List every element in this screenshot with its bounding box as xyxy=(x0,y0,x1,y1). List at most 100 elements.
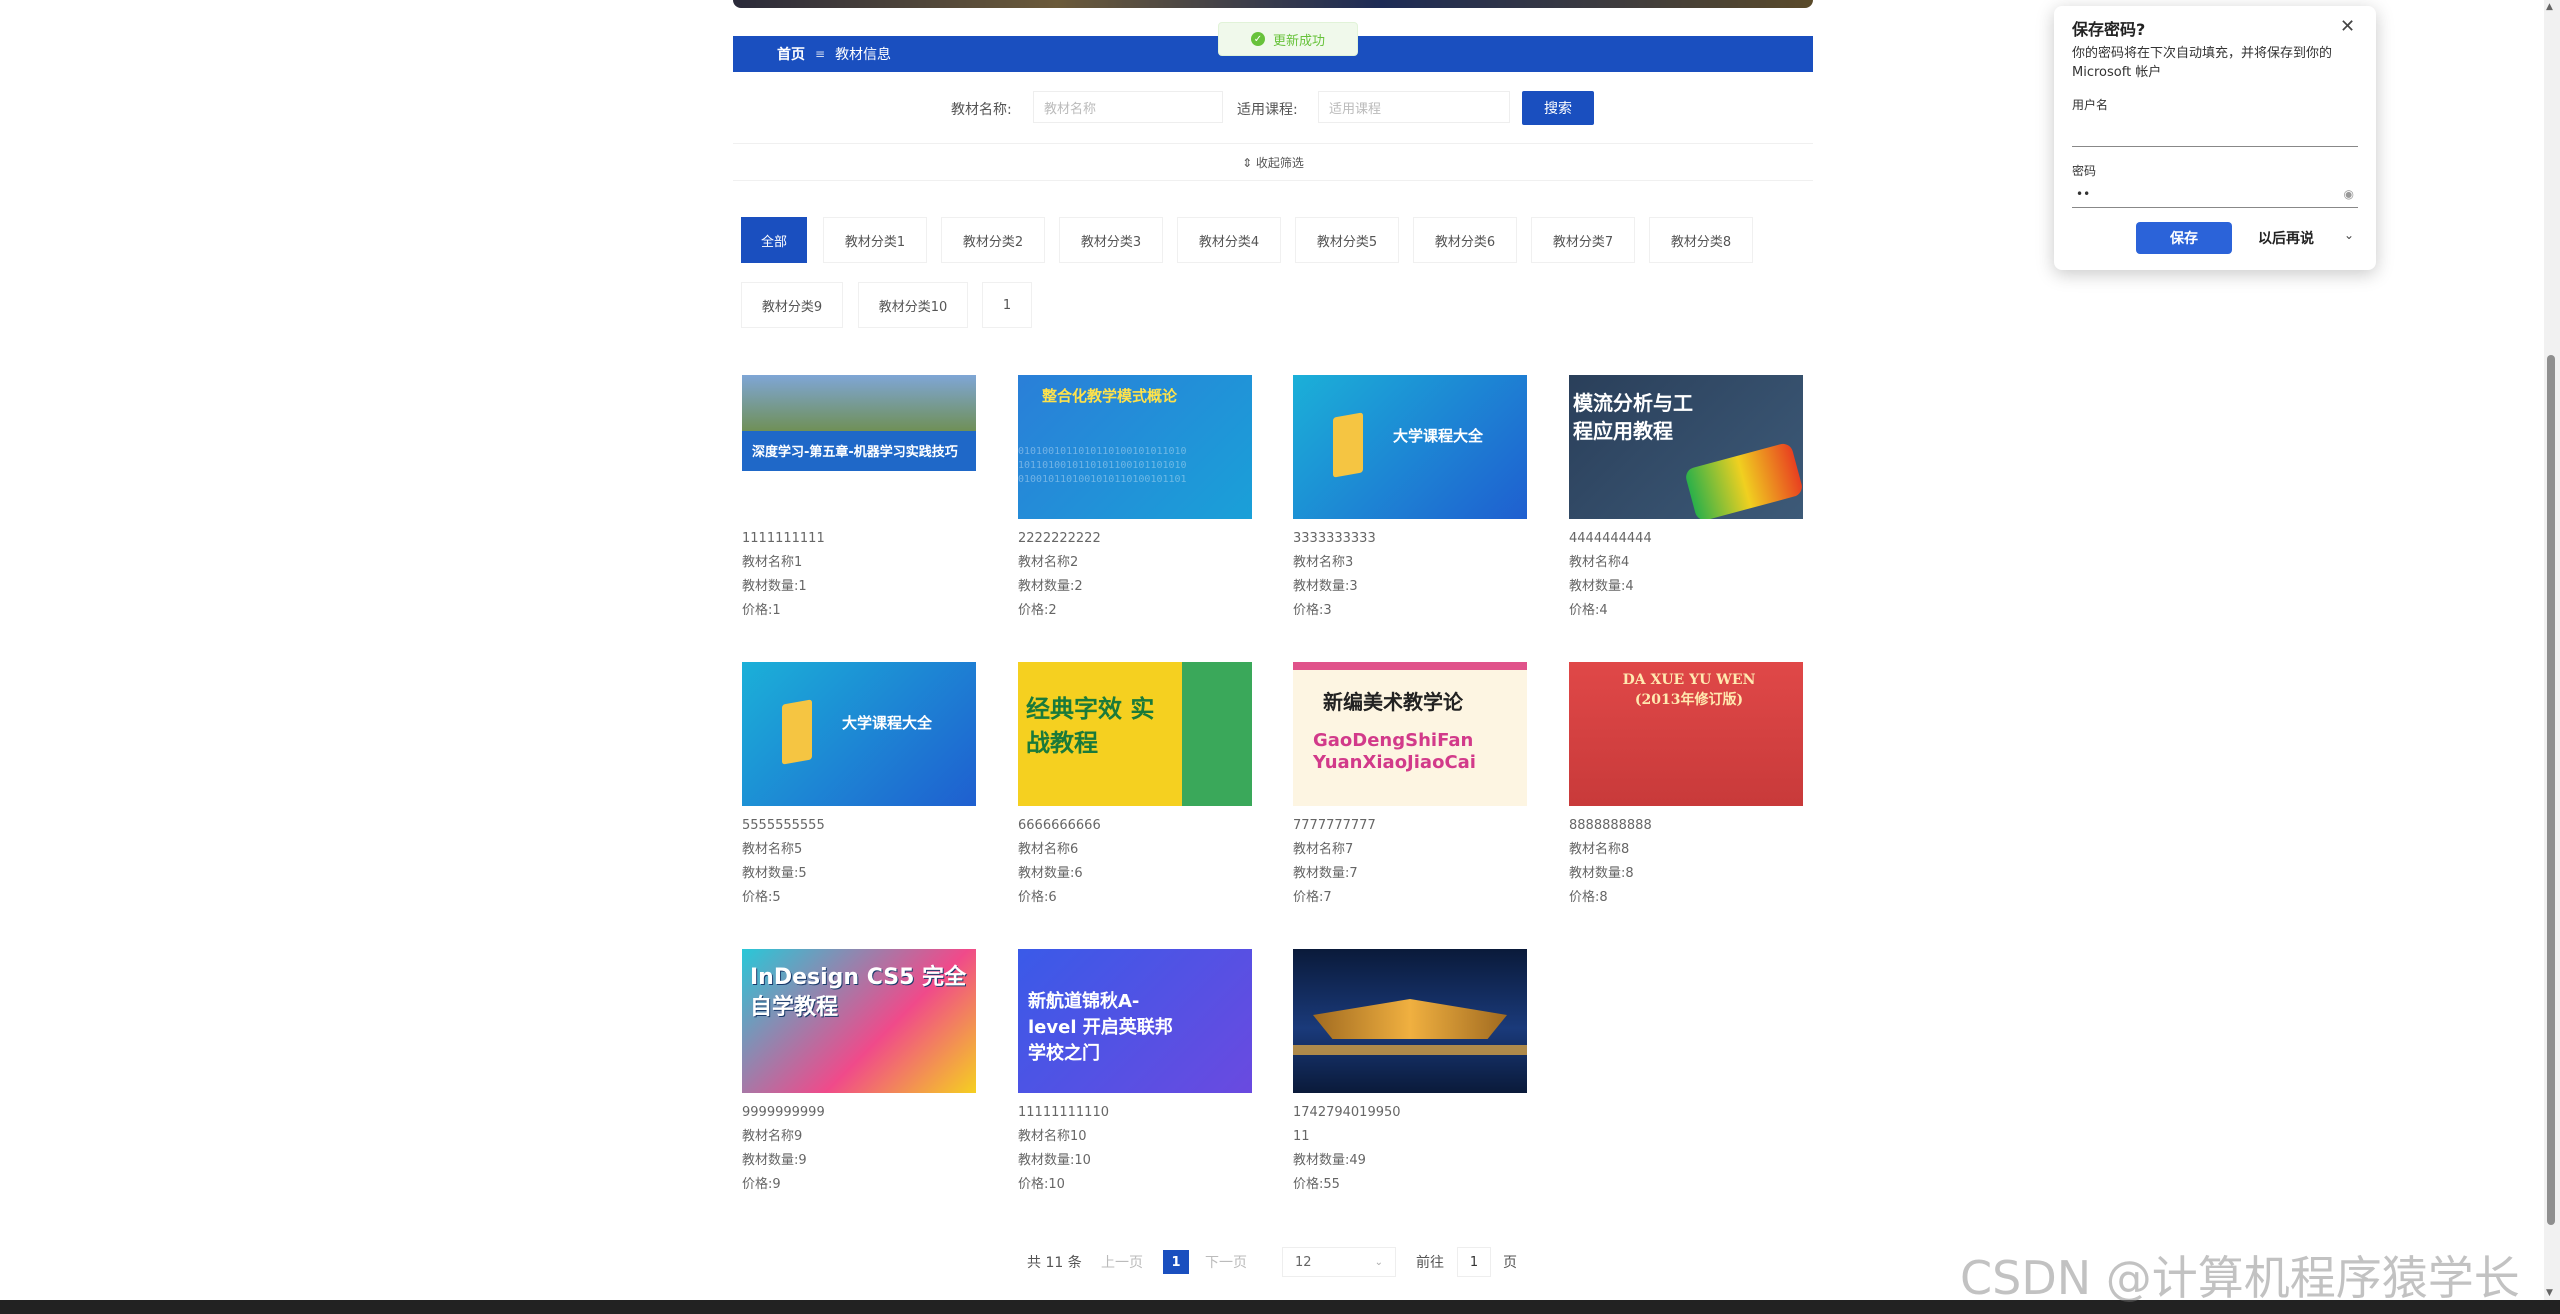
category-tag[interactable]: 教材分类10 xyxy=(858,282,968,328)
scroll-up-arrow-icon[interactable]: ▲ xyxy=(2546,2,2553,12)
course-search-input[interactable]: 适用课程 xyxy=(1318,91,1510,123)
scrollbar-thumb[interactable] xyxy=(2547,355,2555,1225)
card-name: 教材名称1 xyxy=(742,555,803,570)
card-price: 价格:6 xyxy=(1018,890,1057,905)
textbook-card[interactable]: 大学课程大全 3333333333 教材名称3 教材数量:3 价格:3 xyxy=(1293,375,1529,623)
eye-icon[interactable]: ◉ xyxy=(2344,187,2354,201)
page-unit-label: 页 xyxy=(1503,1255,1517,1271)
card-price: 价格:3 xyxy=(1293,603,1332,618)
dialog-description: 你的密码将在下次自动填充，并将保存到你的 Microsoft 帐户 xyxy=(2072,46,2333,80)
card-price: 价格:4 xyxy=(1569,603,1608,618)
search-button[interactable]: 搜索 xyxy=(1522,91,1594,125)
card-name: 教材名称8 xyxy=(1569,842,1630,857)
textbook-card[interactable]: DA XUE YU WEN (2013年修订版) 8888888888 教材名称… xyxy=(1569,662,1805,910)
textbook-card[interactable]: 1742794019950 11 教材数量:49 价格:55 xyxy=(1293,949,1529,1197)
card-name: 教材名称10 xyxy=(1018,1129,1087,1144)
name-search-label: 教材名称: xyxy=(951,102,1012,118)
collapse-label: ⇕ 收起筛选 xyxy=(1242,155,1304,170)
textbook-card[interactable]: 整合化教学模式概论 0101001011010110100101011010 10… xyxy=(1018,375,1254,623)
cover-title: 大学课程大全 xyxy=(1393,427,1484,445)
top-banner xyxy=(733,0,1813,8)
card-qty: 教材数量:49 xyxy=(1293,1153,1366,1168)
success-toast: ✓ 更新成功 xyxy=(1218,22,1358,56)
textbook-cover: InDesign CS5 完全自学教程 xyxy=(742,949,976,1093)
category-tag[interactable]: 1 xyxy=(982,282,1032,328)
textbook-cover: DA XUE YU WEN (2013年修订版) xyxy=(1569,662,1803,806)
card-qty: 教材数量:5 xyxy=(742,866,807,881)
category-tag[interactable]: 教材分类8 xyxy=(1649,217,1753,263)
pagination-prev[interactable]: 上一页 xyxy=(1101,1252,1143,1272)
close-icon[interactable]: ✕ xyxy=(2340,16,2355,37)
username-field[interactable] xyxy=(2072,118,2358,147)
category-tag[interactable]: 教材分类4 xyxy=(1177,217,1281,263)
cover-title: 深度学习-第五章-机器学习实践技巧 xyxy=(752,445,958,460)
textbook-card[interactable]: 经典字效 实战教程 6666666666 教材名称6 教材数量:6 价格:6 xyxy=(1018,662,1254,910)
card-name: 教材名称2 xyxy=(1018,555,1079,570)
breadcrumb-home[interactable]: 首页 xyxy=(777,44,805,64)
category-tag[interactable]: 教材分类7 xyxy=(1531,217,1635,263)
textbook-cover: 整合化教学模式概论 0101001011010110100101011010 10… xyxy=(1018,375,1252,519)
toast-text: 更新成功 xyxy=(1272,33,1325,49)
card-qty: 教材数量:1 xyxy=(742,579,807,594)
category-tag[interactable]: 全部 xyxy=(741,217,807,263)
textbook-cover: 新航道锦秋A-level 开启英联邦学校之门 xyxy=(1018,949,1252,1093)
save-password-button[interactable]: 保存 xyxy=(2136,222,2232,254)
textbook-cover xyxy=(1293,949,1527,1093)
card-code: 1742794019950 xyxy=(1293,1105,1401,1120)
card-name: 教材名称5 xyxy=(742,842,803,857)
password-value: •• xyxy=(2076,186,2091,201)
category-tag[interactable]: 教材分类9 xyxy=(741,282,843,328)
category-tag[interactable]: 教材分类6 xyxy=(1413,217,1517,263)
cover-title: DA XUE YU WEN (2013年修订版) xyxy=(1622,672,1756,708)
category-tag[interactable]: 教材分类5 xyxy=(1295,217,1399,263)
page-size-select[interactable]: 12 ⌄ xyxy=(1282,1247,1396,1277)
card-name: 教材名称6 xyxy=(1018,842,1079,857)
textbook-card[interactable]: 新编美术教学论 GaoDengShiFan YuanXiaoJiaoCai 777… xyxy=(1293,662,1529,910)
card-qty: 教材数量:9 xyxy=(742,1153,807,1168)
cover-title: 新编美术教学论 xyxy=(1323,690,1463,714)
breadcrumb-current: 教材信息 xyxy=(835,47,892,63)
card-code: 1111111111 xyxy=(742,531,825,546)
cover-title: 经典字效 实战教程 xyxy=(1026,695,1155,757)
textbook-card[interactable]: 大学课程大全 5555555555 教材名称5 教材数量:5 价格:5 xyxy=(742,662,978,910)
textbook-cover: 经典字效 实战教程 xyxy=(1018,662,1252,806)
chevron-down-icon[interactable]: ⌄ xyxy=(2344,228,2354,242)
scroll-down-arrow-icon[interactable]: ▼ xyxy=(2546,1288,2553,1298)
textbook-card[interactable]: 模流分析与工程应用教程 4444444444 教材名称4 教材数量:4 价格:4 xyxy=(1569,375,1805,623)
save-password-dialog: 保存密码? ✕ 你的密码将在下次自动填充，并将保存到你的 Microsoft 帐… xyxy=(2054,6,2376,270)
goto-page-input[interactable]: 1 xyxy=(1457,1247,1491,1277)
card-code: 8888888888 xyxy=(1569,818,1652,833)
textbook-card[interactable]: InDesign CS5 完全自学教程 9999999999 教材名称9 教材数… xyxy=(742,949,978,1197)
not-now-button[interactable]: 以后再说 xyxy=(2258,228,2314,248)
card-price: 价格:10 xyxy=(1018,1177,1065,1192)
card-price: 价格:7 xyxy=(1293,890,1332,905)
card-name: 教材名称9 xyxy=(742,1129,803,1144)
breadcrumb-separator-icon: ≡ xyxy=(815,47,826,61)
textbook-cover: 新编美术教学论 GaoDengShiFan YuanXiaoJiaoCai xyxy=(1293,662,1527,806)
course-search-placeholder: 适用课程 xyxy=(1329,101,1382,117)
card-qty: 教材数量:2 xyxy=(1018,579,1083,594)
password-field[interactable]: •• ◉ xyxy=(2072,180,2358,208)
category-tag[interactable]: 教材分类3 xyxy=(1059,217,1163,263)
card-qty: 教材数量:6 xyxy=(1018,866,1083,881)
pagination-next[interactable]: 下一页 xyxy=(1205,1252,1247,1272)
card-qty: 教材数量:10 xyxy=(1018,1153,1091,1168)
textbook-card[interactable]: 新航道锦秋A-level 开启英联邦学校之门 11111111110 教材名称1… xyxy=(1018,949,1254,1197)
collapse-filter-toggle[interactable]: ⇕ 收起筛选 xyxy=(733,143,1813,181)
card-code: 9999999999 xyxy=(742,1105,825,1120)
cover-title: 整合化教学模式概论 xyxy=(1042,387,1178,405)
course-search-label: 适用课程: xyxy=(1237,102,1298,118)
pagination-current-page[interactable]: 1 xyxy=(1163,1250,1189,1274)
category-tag[interactable]: 教材分类2 xyxy=(941,217,1045,263)
watermark: CSDN @计算机程序猿学长 xyxy=(1960,1251,2520,1305)
name-search-input[interactable]: 教材名称 xyxy=(1033,91,1223,123)
category-tag[interactable]: 教材分类1 xyxy=(823,217,927,263)
cover-title: 大学课程大全 xyxy=(842,714,933,732)
dialog-title: 保存密码? xyxy=(2072,20,2146,39)
card-price: 价格:8 xyxy=(1569,890,1608,905)
card-code: 3333333333 xyxy=(1293,531,1376,546)
card-price: 价格:5 xyxy=(742,890,781,905)
card-code: 5555555555 xyxy=(742,818,825,833)
textbook-card[interactable]: 深度学习-第五章-机器学习实践技巧 1111111111 教材名称1 教材数量:… xyxy=(742,375,978,623)
card-code: 6666666666 xyxy=(1018,818,1101,833)
